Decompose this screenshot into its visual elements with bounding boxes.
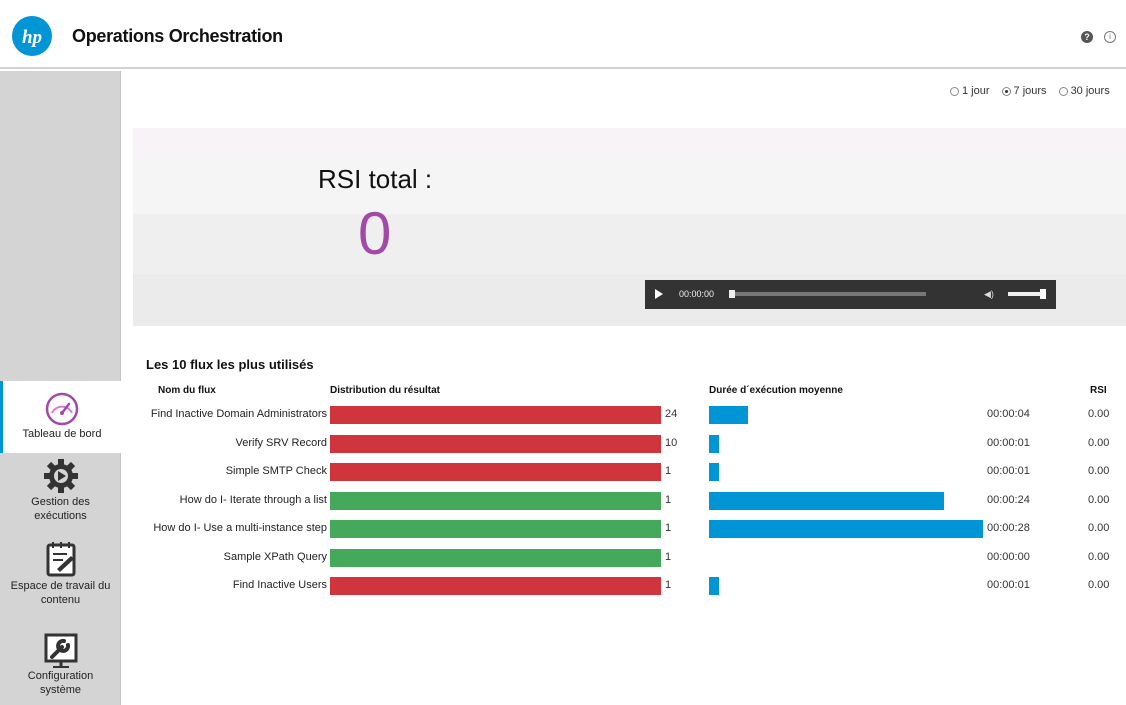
avg-duration-bar: [709, 406, 748, 424]
table-row[interactable]: How do I- Use a multi-instance step 1 00:0…: [0, 519, 1126, 539]
flow-name-link[interactable]: Sample XPath Query: [224, 551, 327, 563]
range-label: 30 jours: [1070, 85, 1110, 97]
help-icon[interactable]: ?: [1081, 31, 1093, 43]
player-time: 00:00:00: [679, 289, 715, 299]
table-row[interactable]: How do I- Iterate through a list 1 00:00:2…: [0, 491, 1126, 511]
radio-1-day[interactable]: [950, 86, 959, 96]
app-title: Operations Orchestration: [72, 26, 283, 46]
result-distribution-bar[interactable]: [330, 520, 661, 538]
result-count: 1: [665, 522, 672, 534]
table-row[interactable]: Simple SMTP Check 1 00:00:01 0.00: [0, 462, 1126, 482]
range-option-7-days[interactable]: 7 jours: [1001, 85, 1047, 97]
sidebar-item-label: Configuration système: [27, 670, 94, 696]
roi-total-value: 0: [358, 200, 392, 267]
result-distribution-bar[interactable]: [330, 491, 661, 510]
table-row[interactable]: Verify SRV Record 10 00:00:01 0.00: [0, 434, 1126, 454]
flow-name-link[interactable]: How do I- Iterate through a list: [180, 494, 327, 506]
avg-duration-bar: [709, 577, 719, 595]
volume-slider[interactable]: [1008, 289, 1046, 299]
roi-value: 0.00: [1088, 522, 1110, 534]
roi-value: 0.00: [1088, 550, 1110, 563]
sidebar: Tableau de bord Gestion des exécutions E…: [0, 71, 121, 705]
hero-band: [133, 128, 1126, 156]
range-label: 7 jours: [1013, 85, 1047, 97]
result-distribution-bar[interactable]: [330, 434, 661, 453]
result-count: 1: [665, 465, 672, 477]
result-count: 10: [665, 436, 678, 449]
table-row[interactable]: Sample XPath Query 1 00:00:00 0.00: [0, 548, 1126, 568]
avg-duration-value: 00:00:01: [987, 579, 1030, 591]
column-header-avg-duration: Durée d´exécution moyenne: [709, 385, 843, 396]
column-header-flow-name: Nom du flux: [158, 385, 216, 396]
roi-value: 0.00: [1088, 579, 1110, 591]
avg-duration-value: 00:00:24: [987, 493, 1030, 506]
avg-duration-value: 00:00:01: [987, 436, 1030, 449]
volume-icon[interactable]: ◀): [984, 289, 994, 300]
range-option-1-day[interactable]: 1 jour: [950, 85, 990, 97]
column-header-result-distribution: Distribution du résultat: [330, 385, 440, 396]
avg-duration-value: 00:00:00: [987, 550, 1030, 563]
result-count: 1: [665, 579, 672, 591]
flow-name-link[interactable]: Simple SMTP Check: [226, 465, 327, 477]
column-header-roi: RSI: [1090, 385, 1107, 396]
roi-value: 0.00: [1088, 493, 1110, 506]
range-label: 1 jour: [962, 85, 990, 97]
radio-7-days[interactable]: [1001, 86, 1011, 96]
hero-band: [133, 156, 1126, 214]
avg-duration-value: 00:00:01: [987, 465, 1030, 477]
flow-name-link[interactable]: How do I- Use a multi-instance step: [153, 522, 327, 534]
roi-value: 0.00: [1088, 436, 1110, 449]
roi-value: 0.00: [1088, 465, 1110, 477]
result-count: 1: [665, 550, 672, 563]
sidebar-item-system-configuration[interactable]: Configuration système: [0, 633, 121, 705]
result-distribution-bar[interactable]: [330, 577, 661, 595]
result-distribution-bar[interactable]: [330, 548, 661, 567]
result-distribution-bar[interactable]: [330, 463, 661, 481]
radio-30-days[interactable]: [1058, 86, 1068, 96]
roi-total-label: RSI total :: [318, 164, 433, 194]
roi-value: 0.00: [1088, 408, 1110, 420]
flow-name-link[interactable]: Find Inactive Domain Administrators: [151, 408, 327, 420]
avg-duration-value: 00:00:28: [987, 522, 1030, 534]
info-icon[interactable]: i: [1104, 31, 1116, 43]
avg-duration-bar: [709, 463, 719, 481]
avg-duration-value: 00:00:04: [987, 408, 1030, 420]
progress-thumb[interactable]: [729, 290, 735, 298]
result-distribution-bar[interactable]: [330, 406, 661, 424]
flow-name-link[interactable]: Verify SRV Record: [235, 437, 327, 449]
avg-duration-bar: [709, 491, 944, 510]
range-option-30-days[interactable]: 30 jours: [1058, 85, 1110, 97]
table-row[interactable]: Find Inactive Users 1 00:00:01 0.00: [0, 576, 1126, 596]
player-progress-slider[interactable]: [729, 290, 926, 298]
result-count: 24: [665, 408, 678, 420]
media-player: 00:00:00 ◀): [645, 280, 1056, 309]
app-header: hp Operations Orchestration ? i: [0, 0, 1126, 69]
time-range-selector: 1 jour 7 jours 30 jours: [950, 85, 1110, 97]
wrench-screen-icon: [44, 633, 77, 668]
flow-name-link[interactable]: Find Inactive Users: [233, 579, 327, 591]
play-icon[interactable]: [655, 289, 663, 299]
top-flows-title: Les 10 flux les plus utilisés: [146, 357, 314, 372]
table-row[interactable]: Find Inactive Domain Administrators 24 00:…: [0, 405, 1126, 425]
svg-text:hp: hp: [22, 27, 42, 48]
result-count: 1: [665, 493, 672, 506]
avg-duration-bar: [709, 434, 719, 453]
volume-thumb[interactable]: [1040, 289, 1046, 299]
hp-logo-icon[interactable]: hp: [12, 16, 52, 56]
avg-duration-bar: [709, 520, 983, 538]
